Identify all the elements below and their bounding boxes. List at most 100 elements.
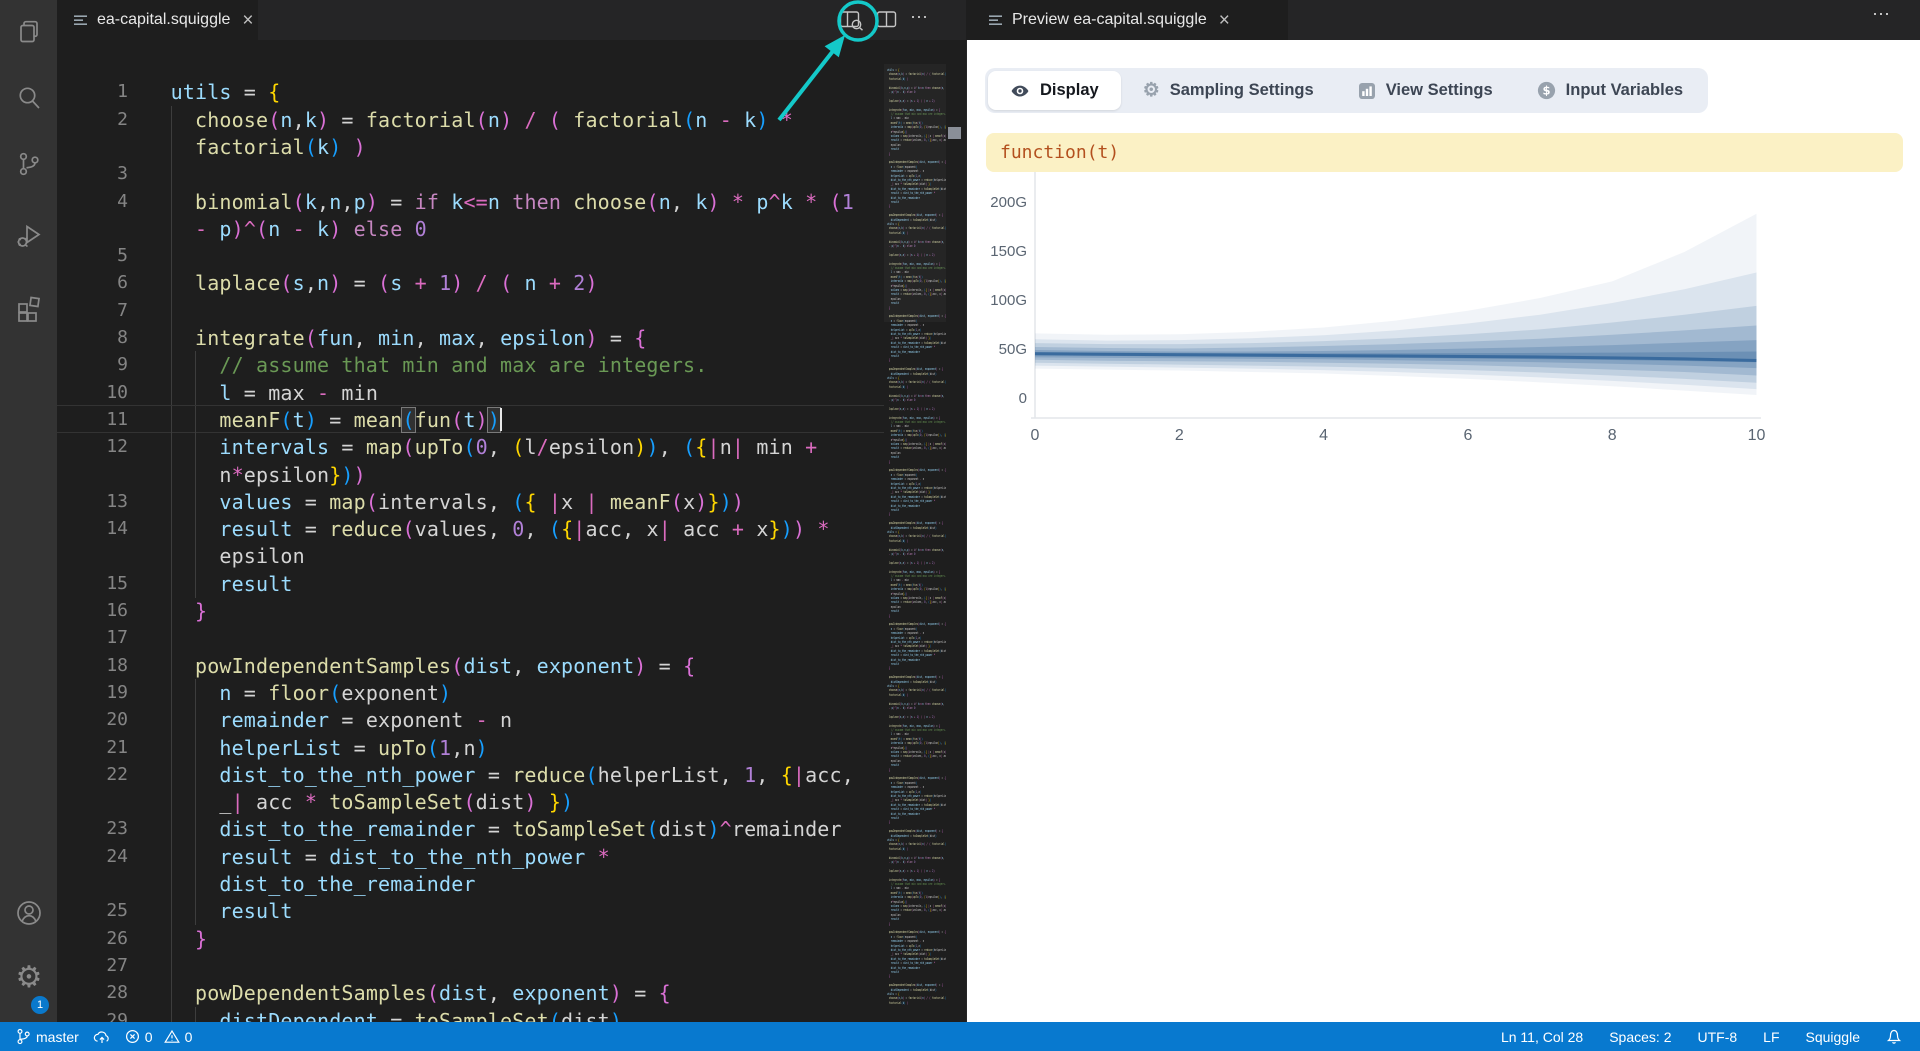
file-icon xyxy=(73,13,88,28)
minimap-row: - p)^(n - k) else 0 xyxy=(887,398,915,402)
status-item[interactable]: UTF-8 xyxy=(1697,1029,1737,1045)
code-row: 26} xyxy=(57,925,884,953)
status-item[interactable]: Ln 11, Col 28 xyxy=(1501,1029,1583,1045)
code-row: 27 xyxy=(57,952,884,980)
code-row: _| acc * toSampleSet(dist) }) xyxy=(57,788,884,816)
split-editor-icon[interactable] xyxy=(875,9,899,31)
svg-text:100G: 100G xyxy=(990,292,1027,309)
minimap-row: - p)^(n - k) else 0 xyxy=(887,706,915,710)
minimap-row: - p)^(n - k) else 0 xyxy=(887,552,915,556)
minimap-row: factorial(k) ) xyxy=(887,693,908,697)
code-row: 12intervals = map(upTo(0, (l/epsilon)), … xyxy=(57,433,884,461)
panel-more-actions-icon[interactable]: ⋯ xyxy=(1872,4,1891,25)
open-preview-icon[interactable] xyxy=(838,9,864,31)
code-row: 9// assume that min and max are integers… xyxy=(57,351,884,379)
tab-label: Input Variables xyxy=(1566,81,1683,100)
overview-ruler-cursor-marker xyxy=(948,127,961,139)
status-item[interactable]: Squiggle xyxy=(1806,1029,1861,1045)
preview-mode-tabs: Display ⚙ Sampling Settings View Settings $ I… xyxy=(985,68,1708,113)
minimap-row: factorial(k) ) xyxy=(887,847,908,851)
minimap-row: laplace(s,n) = (s + 1) / ( n + 2) xyxy=(887,561,935,565)
code-row: 28powDependentSamples(dist, exponent) = … xyxy=(57,979,884,1007)
code-row: 2choose(n,k) = factorial(n) / ( factoria… xyxy=(57,106,884,134)
gear-icon: ⚙ xyxy=(1143,81,1160,100)
more-actions-icon[interactable]: ⋯ xyxy=(910,7,929,34)
code-editor[interactable]: 1utils = {2choose(n,k) = factorial(n) / … xyxy=(57,64,884,1022)
dollar-icon: $ xyxy=(1537,81,1556,100)
svg-text:0: 0 xyxy=(1031,427,1040,444)
minimap-row: } xyxy=(887,922,890,926)
tab-view-settings[interactable]: View Settings xyxy=(1336,71,1515,110)
status-item[interactable]: LF xyxy=(1763,1029,1779,1045)
settings-badge: 1 xyxy=(31,996,49,1014)
code-row: 3 xyxy=(57,160,884,188)
code-row: 6laplace(s,n) = (s + 1) / ( n + 2) xyxy=(57,269,884,297)
fan-chart: 050G100G150G200G0246810 xyxy=(967,40,1920,570)
panel-tab-close-icon[interactable]: × xyxy=(1219,11,1230,30)
minimap-row: } xyxy=(887,512,890,516)
preview-panel: 050G100G150G200G0246810 Display⚙Sampling… xyxy=(966,40,1920,1022)
code-row: 20remainder = exponent - n xyxy=(57,706,884,734)
code-row: 22dist_to_the_nth_power = reduce(helperL… xyxy=(57,761,884,789)
code-row: 17 xyxy=(57,624,884,652)
code-row: dist_to_the_remainder xyxy=(57,870,884,898)
preview-file-icon xyxy=(988,13,1003,28)
text-cursor xyxy=(500,408,502,431)
code-row: 19n = floor(exponent) xyxy=(57,679,884,707)
fan-band-0 xyxy=(1035,214,1757,395)
run-debug-icon[interactable] xyxy=(13,219,45,251)
svg-text:8: 8 xyxy=(1608,427,1617,444)
tab-label: Sampling Settings xyxy=(1170,81,1314,100)
problems-item[interactable]: 0 0 xyxy=(125,1029,193,1045)
code-row: 16} xyxy=(57,597,884,625)
minimap-row: } xyxy=(887,614,890,618)
code-row: 11meanF(t) = mean(fun(t)) xyxy=(57,406,884,434)
minimap-row: - p)^(n - k) else 0 xyxy=(887,860,915,864)
activity-bar: ⚙ 1 xyxy=(0,0,57,1022)
notifications-bell-icon[interactable] xyxy=(1886,1028,1902,1045)
code-row: n*epsilon})) xyxy=(57,461,884,489)
status-item[interactable]: Spaces: 2 xyxy=(1609,1029,1671,1045)
minimap-slider[interactable] xyxy=(884,64,946,322)
code-row: - p)^(n - k) else 0 xyxy=(57,215,884,243)
code-row: 24result = dist_to_the_nth_power * xyxy=(57,843,884,871)
tab-close-icon[interactable]: × xyxy=(242,11,253,30)
minimap-row: } xyxy=(887,974,890,978)
code-row: 29distDependent = toSampleSet(dist) xyxy=(57,1007,884,1022)
svg-text:0: 0 xyxy=(1019,390,1027,407)
fan-band-5 xyxy=(1035,351,1757,362)
code-row: 21helperList = upTo(1,n) xyxy=(57,734,884,762)
extensions-icon[interactable] xyxy=(13,291,45,323)
source-control-icon[interactable] xyxy=(13,148,45,180)
warning-count: 0 xyxy=(185,1029,193,1045)
settings-gear-icon[interactable]: ⚙ xyxy=(13,962,45,994)
code-row: 25result xyxy=(57,897,884,925)
code-row: 5 xyxy=(57,242,884,270)
minimap-row: factorial(k) ) xyxy=(887,1001,908,1005)
function-header[interactable]: function(t) xyxy=(986,133,1903,172)
code-row: 4binomial(k,n,p) = if k<=n then choose(n… xyxy=(57,188,884,216)
code-row: 18powIndependentSamples(dist, exponent) … xyxy=(57,652,884,680)
chart-icon xyxy=(1358,82,1376,100)
explorer-icon[interactable] xyxy=(13,16,45,48)
tab-ea-capital-squiggle[interactable]: ea-capital.squiggle × xyxy=(57,0,258,40)
code-row: 1utils = { xyxy=(57,78,884,106)
fan-band-2 xyxy=(1035,306,1757,383)
publish-changes-icon[interactable] xyxy=(93,1029,111,1044)
tab-input-variables[interactable]: $ Input Variables xyxy=(1515,71,1705,110)
fan-band-3 xyxy=(1035,325,1757,375)
git-branch-item[interactable]: master xyxy=(16,1028,79,1045)
svg-text:$: $ xyxy=(1542,84,1550,98)
svg-text:10: 10 xyxy=(1748,427,1766,444)
code-row: 13values = map(intervals, ({ |x | meanF(… xyxy=(57,488,884,516)
account-icon[interactable] xyxy=(13,897,45,929)
eye-icon xyxy=(1010,81,1030,101)
tab-display[interactable]: Display xyxy=(988,71,1121,110)
code-row: 7 xyxy=(57,297,884,325)
search-icon[interactable] xyxy=(13,82,45,114)
tab-sampling-settings[interactable]: ⚙ Sampling Settings xyxy=(1121,71,1336,110)
tab-label: View Settings xyxy=(1386,81,1493,100)
code-row: 14result = reduce(values, 0, ({|acc, x| … xyxy=(57,515,884,543)
editor-toolbar: ⋯ xyxy=(838,0,966,40)
tab-preview-ea-capital-squiggle[interactable]: Preview ea-capital.squiggle × xyxy=(966,0,1288,40)
